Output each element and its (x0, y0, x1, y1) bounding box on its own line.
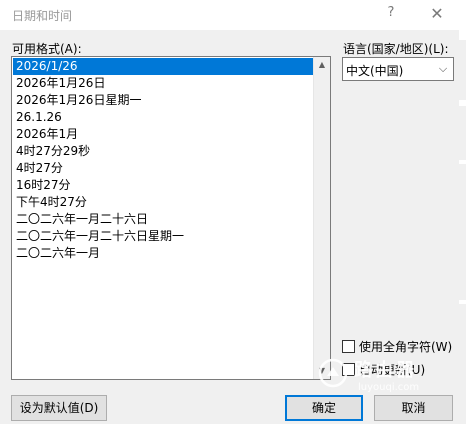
format-item[interactable]: 2026年1月26日星期一 (13, 92, 315, 109)
background-window-edge (459, 30, 466, 40)
format-item[interactable]: 二〇二六年一月 (13, 245, 315, 262)
close-button[interactable]: ✕ (426, 4, 448, 24)
watermark-subtitle: luyouqi.com (358, 382, 420, 393)
format-item[interactable]: 4时27分 (13, 160, 315, 177)
background-window-edge (459, 300, 466, 304)
format-item[interactable]: 26.1.26 (13, 109, 315, 126)
format-item[interactable]: 二〇二六年一月二十六日 (13, 211, 315, 228)
formats-scrollbar[interactable]: ▲ ▼ (313, 57, 330, 379)
language-value: 中文(中国) (346, 64, 404, 78)
language-label: 语言(国家/地区)(L): (343, 42, 449, 56)
format-item[interactable]: 二〇二六年一月二十六日星期一 (13, 228, 315, 245)
language-select[interactable]: 中文(中国) ⌵ (342, 57, 454, 81)
auto-update-label: 自动更新(U) (359, 363, 426, 377)
format-item[interactable]: 2026年1月 (13, 126, 315, 143)
formats-label: 可用格式(A): (12, 42, 82, 56)
scroll-up-arrow-icon[interactable]: ▲ (314, 57, 330, 73)
dialog-title: 日期和时间 (12, 9, 73, 23)
set-default-button[interactable]: 设为默认值(D) (11, 395, 107, 421)
format-item[interactable]: 下午4时27分 (13, 194, 315, 211)
auto-update-checkbox[interactable] (342, 363, 355, 376)
ok-button[interactable]: 确定 (285, 395, 363, 421)
formats-list: 2026/1/26 2026年1月26日 2026年1月26日星期一 26.1.… (13, 58, 315, 262)
background-window-edge (459, 100, 466, 106)
format-item[interactable]: 16时27分 (13, 177, 315, 194)
formats-listbox[interactable]: 2026/1/26 2026年1月26日 2026年1月26日星期一 26.1.… (11, 56, 331, 380)
cancel-button[interactable]: 取消 (374, 395, 453, 421)
full-width-label: 使用全角字符(W) (359, 340, 453, 354)
scroll-down-arrow-icon[interactable]: ▼ (314, 363, 330, 379)
format-item[interactable]: 4时27分29秒 (13, 143, 315, 160)
format-item[interactable]: 2026/1/26 (13, 58, 315, 75)
help-button[interactable]: ? (380, 5, 402, 23)
background-window-edge (459, 160, 466, 164)
title-bar: 日期和时间 ? ✕ (0, 0, 466, 30)
format-item[interactable]: 2026年1月26日 (13, 75, 315, 92)
full-width-checkbox[interactable] (342, 340, 355, 353)
chevron-down-icon[interactable]: ⌵ (433, 58, 453, 80)
